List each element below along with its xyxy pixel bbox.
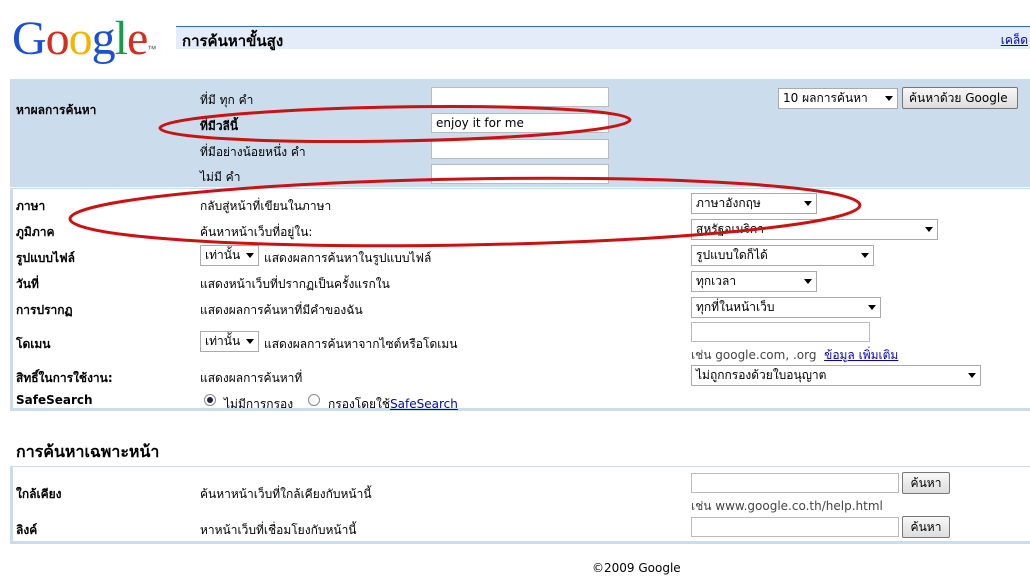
language-desc: กลับสู่หน้าที่เขียนในภาษา [200,199,332,213]
links-input[interactable] [691,517,899,537]
safesearch-off-radio[interactable] [204,394,216,406]
region-desc: ค้นหาหน้าเว็บที่อยู่ใน: [200,225,313,239]
none-words-input[interactable] [431,164,609,184]
chevron-down-icon [246,339,254,344]
region-select[interactable]: สหรัฐอเมริกา [691,219,938,240]
occurrences-value: ทุกที่ในหน้าเว็บ [696,300,775,314]
safesearch-off-label: ไม่มีการกรอง [224,397,294,411]
any-words-input[interactable] [431,139,609,159]
domain-input[interactable] [691,322,870,342]
none-words-label: ไม่มี คำ [200,170,241,184]
chevron-down-icon [804,279,812,284]
any-words-label: ที่มีอย่างน้อยหนึ่ง คำ [200,145,306,159]
google-search-button[interactable]: ค้นหาด้วย Google [902,87,1018,109]
chevron-down-icon [925,227,933,232]
safesearch-on-prefix: กรองโดยใช้ [328,397,391,411]
all-words-input[interactable] [431,87,609,107]
similar-desc: ค้นหาหน้าเว็บที่ใกล้เคียงกับหน้านี้ [200,487,372,501]
domain-label: โดเมน [16,337,51,351]
usage-rights-label: สิทธิ์ในการใช้งาน: [16,371,113,385]
date-select[interactable]: ทุกเวลา [691,271,817,292]
similar-label: ใกล้เคียง [16,487,62,501]
all-words-label: ที่มี ทุก คำ [200,93,254,107]
page-title: การค้นหาขั้นสูง [182,32,284,50]
region-label: ภูมิภาค [16,225,55,239]
region-value: สหรัฐอเมริกา [696,222,764,236]
similar-example: เช่น www.google.co.th/help.html [691,499,883,513]
domain-mode-select[interactable]: เท่านั้น [200,331,259,352]
usage-rights-desc: แสดงผลการค้นหาที่ [200,371,303,385]
chevron-down-icon [968,373,976,378]
date-value: ทุกเวลา [696,274,737,288]
chevron-down-icon [861,253,869,258]
domain-example: เช่น google.com, .org ข้อมูล เพิ่มเติม [691,346,898,365]
file-format-value: รูปแบบใดก็ได้ [696,248,768,262]
similar-search-button[interactable]: ค้นหา [902,472,950,494]
safesearch-on-radio[interactable] [308,394,320,406]
file-format-select[interactable]: รูปแบบใดก็ได้ [691,245,874,266]
date-label: วันที่ [16,277,39,291]
phrase-label: ที่มีวลีนี้ [200,119,239,133]
title-bar: การค้นหาขั้นสูง เคล็ด [176,26,1030,50]
chevron-down-icon [804,201,812,206]
safesearch-label: SafeSearch [16,393,93,407]
results-count-select[interactable]: 10 ผลการค้นหา [778,88,898,109]
domain-desc: แสดงผลการค้นหาจากไซต์หรือโดเมน [264,337,458,351]
date-desc: แสดงหน้าเว็บที่ปรากฏเป็นครั้งแรกใน [200,277,390,291]
domain-example-text: เช่น google.com, .org [691,348,817,362]
safesearch-link[interactable]: SafeSearch [390,397,458,411]
find-results-label: หาผลการค้นหา [16,103,97,117]
usage-rights-value: ไม่ถูกกรองด้วยใบอนุญาต [696,368,827,382]
language-label: ภาษา [16,199,46,213]
language-select[interactable]: ภาษาอังกฤษ [691,193,817,214]
file-format-mode-value: เท่านั้น [205,248,241,262]
chevron-down-icon [885,96,893,101]
phrase-input[interactable] [431,113,609,133]
similar-input[interactable] [691,473,899,493]
file-format-label: รูปแบบไฟล์ [16,251,75,265]
links-search-button[interactable]: ค้นหา [902,516,950,538]
chevron-down-icon [868,305,876,310]
google-logo: Google™ [12,12,156,65]
page-specific-title: การค้นหาเฉพาะหน้า [16,442,160,461]
tips-link[interactable]: เคล็ด [1001,31,1028,50]
results-count-value: 10 ผลการค้นหา [783,91,868,105]
language-value: ภาษาอังกฤษ [696,196,761,210]
occurrences-desc: แสดงผลการค้นหาที่มีคำของฉัน [200,303,363,317]
file-format-desc: แสดงผลการค้นหาในรูปแบบไฟล์ [264,251,432,265]
file-format-mode-select[interactable]: เท่านั้น [200,245,259,266]
links-label: ลิงค์ [16,523,38,537]
chevron-down-icon [246,253,254,258]
copyright: ©2009 Google [592,561,681,575]
links-desc: หาหน้าเว็บที่เชื่อมโยงกับหน้านี้ [200,523,357,537]
usage-rights-select[interactable]: ไม่ถูกกรองด้วยใบอนุญาต [691,365,981,386]
occurrences-label: การปรากฏ [16,303,73,317]
safesearch-on-label: กรองโดยใช้SafeSearch [328,395,458,414]
more-info-link[interactable]: ข้อมูล เพิ่มเติม [824,348,898,362]
domain-mode-value: เท่านั้น [205,334,241,348]
occurrences-select[interactable]: ทุกที่ในหน้าเว็บ [691,297,881,318]
